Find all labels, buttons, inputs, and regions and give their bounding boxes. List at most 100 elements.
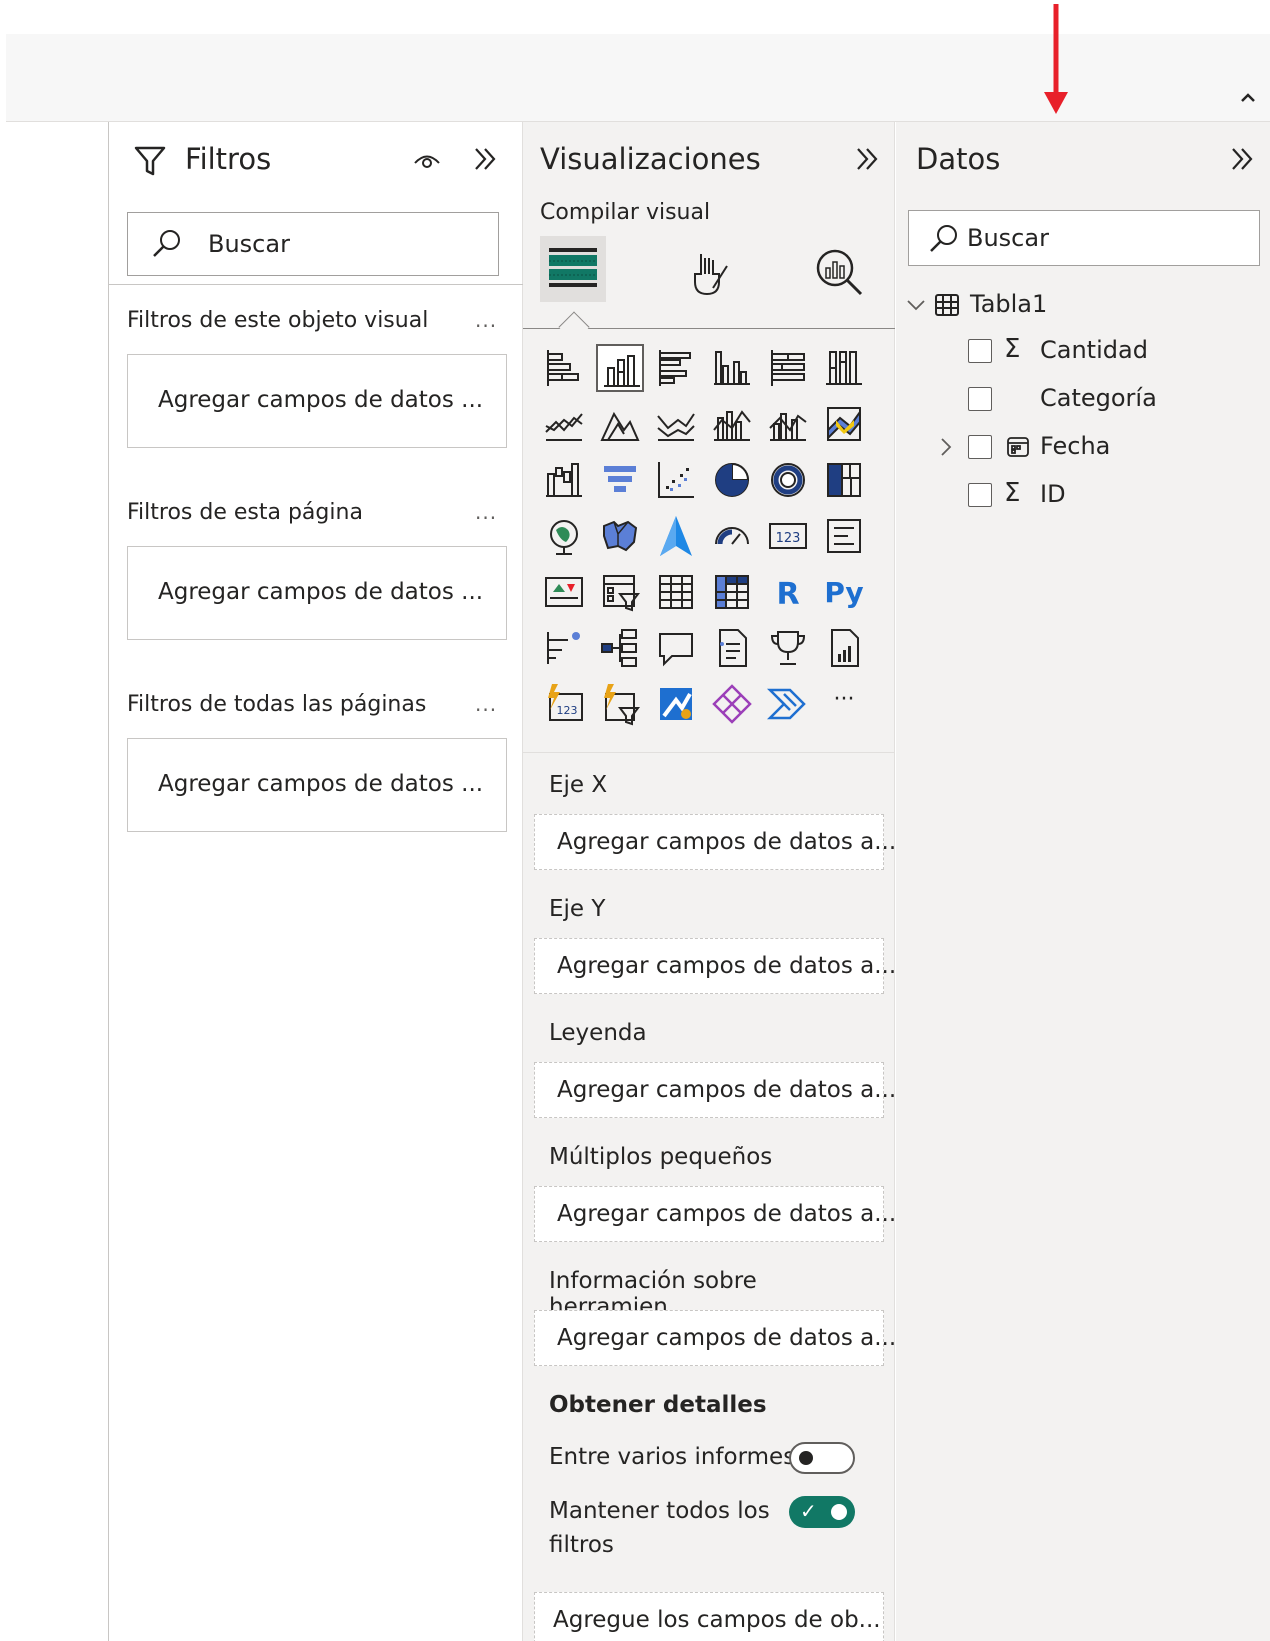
more-options-icon[interactable]: ... [475, 308, 497, 332]
power-apps-card-icon[interactable]: 123 [540, 680, 588, 728]
drop-zone-text: Agregar campos de datos a... [557, 829, 897, 855]
python-visual-icon[interactable]: Py [820, 568, 868, 616]
drop-zone-text: Agregar campos de datos ... [158, 387, 484, 413]
analytics-icon[interactable] [813, 246, 865, 298]
more-options-icon[interactable]: ... [475, 692, 497, 716]
paginated-report-icon[interactable] [820, 624, 868, 672]
eye-icon[interactable] [411, 144, 443, 176]
collapse-visualizations-icon[interactable] [853, 144, 883, 174]
slicer-icon[interactable] [596, 568, 644, 616]
chevron-down-icon[interactable] [906, 292, 926, 318]
stacked-area-chart-icon[interactable] [652, 400, 700, 448]
drillthrough-drop-zone[interactable]: Agregue los campos de ob... [534, 1592, 884, 1641]
calendar-icon [1007, 437, 1029, 457]
area-chart-icon[interactable] [596, 400, 644, 448]
field-row[interactable]: Categoría [896, 382, 1270, 416]
field-checkbox[interactable] [968, 483, 992, 507]
drop-zone-text: Agregar campos de datos ... [158, 771, 484, 797]
clustered-column-chart-icon[interactable] [708, 344, 756, 392]
power-apps-slicer-icon[interactable] [596, 680, 644, 728]
visualizations-pane: Visualizaciones Compilar visual 123 R Py… [523, 122, 896, 1641]
line-chart-icon[interactable] [540, 400, 588, 448]
narrative-icon[interactable] [708, 624, 756, 672]
ribbon-chart-icon[interactable] [820, 400, 868, 448]
field-checkbox[interactable] [968, 387, 992, 411]
collapse-filters-icon[interactable] [471, 144, 501, 174]
page-filters-drop-zone[interactable]: Agregar campos de datos ... [127, 546, 507, 640]
search-placeholder: Buscar [967, 224, 1049, 252]
stacked-column-chart-icon[interactable] [596, 344, 644, 392]
field-row[interactable]: Σ ID [896, 478, 1270, 512]
svg-text:123: 123 [776, 531, 801, 546]
kpi-icon[interactable] [540, 568, 588, 616]
more-options-icon[interactable]: ... [475, 500, 497, 524]
r-visual-label: R [776, 577, 799, 612]
tooltips-drop-zone[interactable]: Agregar campos de datos a... [534, 1310, 896, 1366]
table-icon[interactable] [652, 568, 700, 616]
x-axis-well-label: Eje X [549, 772, 608, 798]
collapse-data-icon[interactable] [1228, 144, 1258, 174]
gauge-icon[interactable] [708, 512, 756, 560]
matrix-icon[interactable] [708, 568, 756, 616]
field-row[interactable]: Σ Cantidad [896, 334, 1270, 368]
small-multiples-drop-zone[interactable]: Agregar campos de datos a... [534, 1186, 896, 1242]
power-automate-icon[interactable] [652, 680, 700, 728]
clustered-bar-chart-icon[interactable] [652, 344, 700, 392]
more-visuals-icon[interactable]: ··· [820, 680, 868, 728]
100-stacked-column-chart-icon[interactable] [820, 344, 868, 392]
card-icon[interactable]: 123 [764, 512, 812, 560]
qa-icon[interactable] [652, 624, 700, 672]
pie-chart-icon[interactable] [708, 456, 756, 504]
table-node[interactable]: Tabla1 [896, 288, 1270, 322]
filters-search-input[interactable]: Buscar [127, 212, 499, 276]
cross-report-toggle[interactable] [789, 1442, 855, 1474]
all-pages-filters-label: Filtros de todas las páginas [127, 692, 427, 717]
table-name: Tabla1 [970, 290, 1048, 318]
chevron-right-icon[interactable] [936, 434, 956, 460]
filled-map-icon[interactable] [596, 512, 644, 560]
legend-drop-zone[interactable]: Agregar campos de datos a... [534, 1062, 896, 1118]
field-checkbox[interactable] [968, 339, 992, 363]
azure-map-icon[interactable] [652, 512, 700, 560]
format-visual-icon[interactable] [683, 250, 731, 298]
build-visual-icon[interactable] [540, 236, 606, 302]
power-automate-flow-icon[interactable] [764, 680, 812, 728]
line-stacked-column-chart-icon[interactable] [708, 400, 756, 448]
red-arrow-annotation [1044, 4, 1068, 114]
power-apps-icon[interactable] [708, 680, 756, 728]
search-placeholder: Buscar [208, 230, 290, 258]
data-pane: Datos Buscar Tabla1 Σ Cantidad Categoría… [896, 122, 1270, 1641]
visual-filters-drop-zone[interactable]: Agregar campos de datos ... [127, 354, 507, 448]
all-pages-filters-drop-zone[interactable]: Agregar campos de datos ... [127, 738, 507, 832]
key-influencers-icon[interactable] [540, 624, 588, 672]
waterfall-chart-icon[interactable] [540, 456, 588, 504]
drop-zone-text: Agregar campos de datos a... [557, 1325, 897, 1351]
multi-row-card-icon[interactable] [820, 512, 868, 560]
field-row[interactable]: Fecha [896, 430, 1270, 464]
drop-zone-text: Agregar campos de datos a... [557, 953, 897, 979]
100-stacked-bar-chart-icon[interactable] [764, 344, 812, 392]
sigma-icon: Σ [1004, 334, 1021, 364]
funnel-icon[interactable] [596, 456, 644, 504]
treemap-icon[interactable] [820, 456, 868, 504]
y-axis-drop-zone[interactable]: Agregar campos de datos a... [534, 938, 896, 994]
donut-chart-icon[interactable] [764, 456, 812, 504]
scatter-chart-icon[interactable] [652, 456, 700, 504]
stacked-bar-chart-icon[interactable] [540, 344, 588, 392]
keep-all-filters-toggle[interactable]: ✓ [789, 1496, 855, 1528]
x-axis-drop-zone[interactable]: Agregar campos de datos a... [534, 814, 896, 870]
field-checkbox[interactable] [968, 435, 992, 459]
goals-icon[interactable] [764, 624, 812, 672]
legend-well-label: Leyenda [549, 1020, 647, 1046]
line-clustered-column-chart-icon[interactable] [764, 400, 812, 448]
collapse-ribbon-icon[interactable] [1238, 88, 1258, 108]
drop-zone-text: Agregue los campos de ob... [553, 1607, 881, 1633]
r-visual-icon[interactable]: R [764, 568, 812, 616]
svg-text:123: 123 [557, 704, 578, 717]
y-axis-well-label: Eje Y [549, 896, 606, 922]
divider [109, 284, 523, 285]
data-search-input[interactable]: Buscar [908, 210, 1260, 266]
decomposition-tree-icon[interactable] [596, 624, 644, 672]
python-visual-label: Py [824, 576, 863, 609]
map-icon[interactable] [540, 512, 588, 560]
